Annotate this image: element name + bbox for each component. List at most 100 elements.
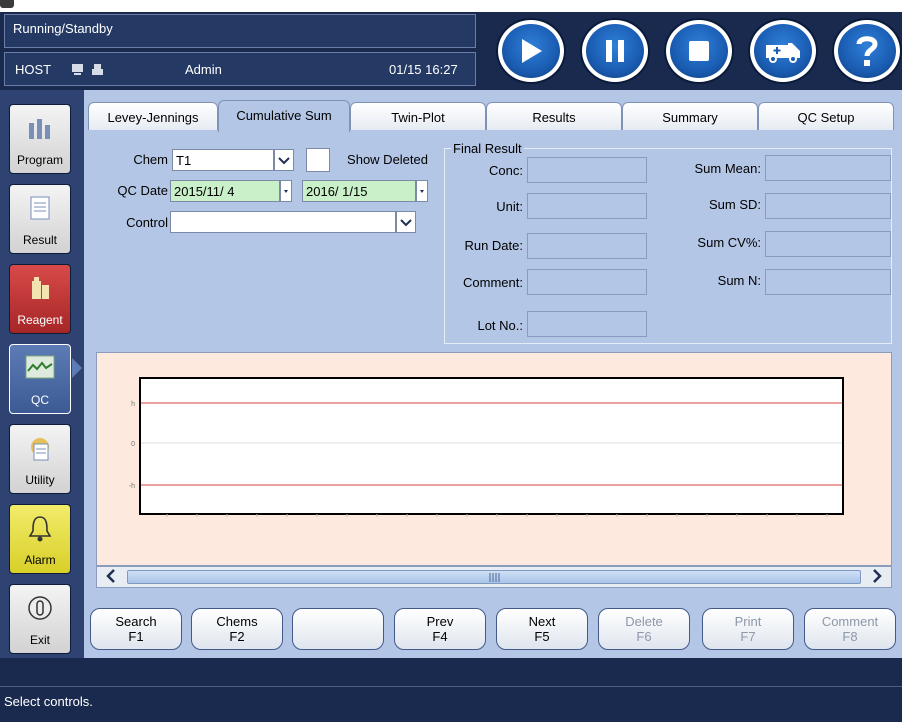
delete-button[interactable]: Delete F6 — [598, 608, 690, 650]
sum-mean-field — [765, 155, 891, 181]
date-to-dropdown[interactable] — [416, 180, 428, 202]
nav-reagent-button[interactable]: Reagent — [9, 264, 71, 334]
lot-no-label: Lot No.: — [477, 318, 523, 333]
plot-frame — [139, 377, 844, 515]
stop-button[interactable] — [666, 20, 732, 82]
sum-cv-label: Sum CV%: — [697, 235, 761, 250]
run-date-label: Run Date: — [464, 238, 523, 253]
fkey-shortcut: F1 — [128, 629, 144, 644]
fkey-shortcut: F6 — [636, 629, 652, 644]
nav-qc-label: QC — [31, 393, 49, 407]
nav-utility-button[interactable]: Utility — [9, 424, 71, 494]
computer-icon — [71, 63, 84, 76]
chevron-right-icon — [873, 569, 882, 583]
chart-horizontal-scrollbar[interactable] — [96, 566, 892, 588]
chem-label: Chem — [133, 152, 168, 167]
tab-label: QC Setup — [797, 110, 855, 125]
date-from-dropdown[interactable] — [280, 180, 292, 202]
sum-mean-label: Sum Mean: — [694, 161, 761, 176]
side-nav: Program Result Reagent QC Utility Alarm — [0, 90, 84, 658]
cumulative-sum-chart: h 0 -h — [96, 352, 892, 566]
conc-field — [527, 157, 647, 183]
date-to-value: 2016/ 1/15 — [306, 184, 368, 199]
stat-sample-button[interactable] — [750, 20, 816, 82]
tab-label: Cumulative Sum — [236, 108, 332, 123]
qc-chart-icon — [25, 355, 55, 379]
nav-program-label: Program — [16, 153, 63, 167]
pause-button[interactable] — [582, 20, 648, 82]
user-label: Admin — [185, 62, 222, 77]
chem-dropdown-button[interactable] — [274, 149, 294, 171]
status-bar: Select controls. — [0, 658, 902, 722]
nav-alarm-label: Alarm — [24, 553, 56, 567]
help-button[interactable] — [834, 20, 900, 82]
utility-icon — [31, 438, 49, 461]
nav-result-label: Result — [22, 233, 57, 247]
fkey-label: Delete — [625, 614, 663, 629]
sum-cv-field — [765, 231, 891, 257]
control-select[interactable] — [170, 211, 396, 233]
lot-no-field — [527, 311, 647, 337]
qc-tabs: Levey-Jennings Cumulative Sum Twin-Plot … — [84, 100, 902, 132]
fkey-label: Comment — [821, 614, 879, 629]
fkey-label: Prev — [426, 614, 454, 629]
blank-f3-button[interactable] — [292, 608, 384, 650]
power-icon — [28, 596, 52, 620]
start-button[interactable] — [498, 20, 564, 82]
date-to-input[interactable]: 2016/ 1/15 — [302, 180, 416, 202]
tab-levey-jennings[interactable]: Levey-Jennings — [88, 102, 218, 130]
chem-select[interactable]: T1 — [172, 149, 274, 171]
nav-qc-button[interactable]: QC — [9, 344, 71, 414]
final-result-legend: Final Result — [451, 141, 524, 156]
fkey-shortcut: F4 — [432, 629, 448, 644]
control-label: Control — [126, 215, 168, 230]
printer-icon — [91, 63, 104, 76]
date-from-input[interactable]: 2015/11/ 4 — [170, 180, 280, 202]
nav-program-button[interactable]: Program — [9, 104, 71, 174]
status-message: Select controls. — [4, 694, 93, 709]
top-strip — [0, 0, 902, 12]
chevron-down-icon — [278, 157, 290, 165]
scroll-right-button[interactable] — [865, 568, 889, 586]
tab-twin-plot[interactable]: Twin-Plot — [350, 102, 486, 130]
nav-alarm-button[interactable]: Alarm — [9, 504, 71, 574]
tab-results[interactable]: Results — [486, 102, 622, 130]
scroll-thumb[interactable] — [127, 570, 861, 584]
nav-utility-label: Utility — [25, 473, 55, 487]
sum-sd-label: Sum SD: — [708, 197, 761, 212]
ambulance-icon — [766, 43, 800, 63]
unit-field — [527, 193, 647, 219]
nav-result-button[interactable]: Result — [9, 184, 71, 254]
datetime: 01/15 16:27 — [389, 62, 458, 77]
final-result-group: Final Result Conc: Unit: Run Date: Comme… — [444, 141, 892, 344]
tab-label: Twin-Plot — [391, 110, 445, 125]
comment-label: Comment: — [463, 275, 523, 290]
y-label-0: 0 — [131, 441, 135, 448]
fkey-shortcut: F5 — [534, 629, 550, 644]
chevron-down-icon — [420, 190, 424, 193]
chevron-down-icon — [400, 219, 412, 227]
pause-icon — [606, 40, 624, 62]
scroll-left-button[interactable] — [99, 568, 123, 586]
tab-cumulative-sum[interactable]: Cumulative Sum — [218, 100, 350, 132]
comment-button[interactable]: Comment F8 — [804, 608, 896, 650]
search-button[interactable]: Search F1 — [90, 608, 182, 650]
fkey-label: Search — [115, 614, 157, 629]
chart-plot: h 0 -h — [129, 377, 844, 517]
print-button[interactable]: Print F7 — [702, 608, 794, 650]
tab-summary[interactable]: Summary — [622, 102, 758, 130]
prev-button[interactable]: Prev F4 — [394, 608, 486, 650]
host-label: HOST — [15, 62, 52, 77]
nav-exit-label: Exit — [29, 633, 50, 647]
header: Running/Standby HOST Admin 01/15 16:27 — [0, 12, 902, 90]
control-dropdown-button[interactable] — [396, 211, 416, 233]
next-button[interactable]: Next F5 — [496, 608, 588, 650]
tab-qc-setup[interactable]: QC Setup — [758, 102, 894, 130]
date-from-value: 2015/11/ 4 — [174, 184, 235, 199]
system-status-text: Running/Standby — [13, 21, 113, 36]
nav-exit-button[interactable]: Exit — [9, 584, 71, 654]
bell-icon — [28, 516, 52, 542]
fkey-shortcut: F8 — [842, 629, 858, 644]
show-deleted-checkbox[interactable] — [306, 148, 330, 172]
chems-button[interactable]: Chems F2 — [191, 608, 283, 650]
